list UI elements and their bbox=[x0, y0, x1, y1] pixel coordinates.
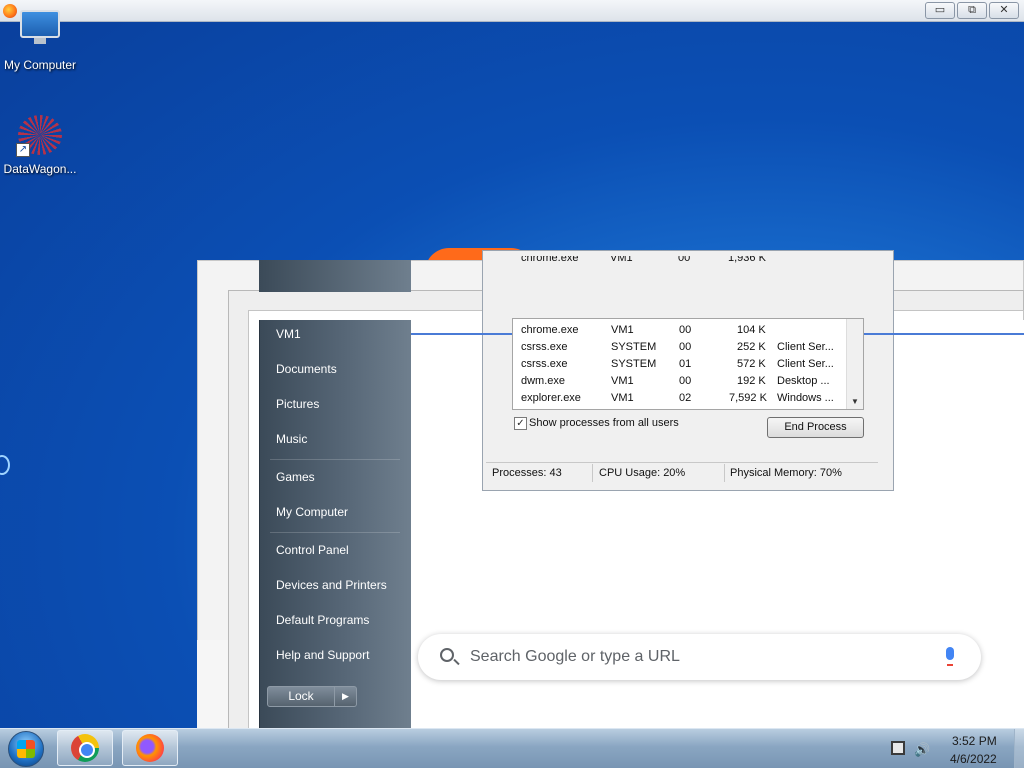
minimize-button[interactable]: ▭ bbox=[925, 2, 955, 19]
chrome-side-strip bbox=[197, 640, 228, 730]
process-name: csrss.exe bbox=[521, 341, 568, 353]
process-user: VM1 bbox=[610, 256, 633, 264]
process-mem: 192 K bbox=[737, 375, 766, 387]
firefox-icon[interactable] bbox=[3, 4, 17, 18]
process-user: VM1 bbox=[611, 324, 634, 336]
browser-title-bar: ▭ ⧉ ✕ bbox=[0, 0, 1024, 22]
scroll-down-icon[interactable]: ▼ bbox=[851, 397, 859, 406]
process-mem: 1,936 K bbox=[728, 256, 766, 264]
end-process-button[interactable]: End Process bbox=[767, 417, 864, 438]
process-cpu: 00 bbox=[679, 375, 692, 387]
process-desc: Windows ... bbox=[777, 392, 834, 404]
start-item-default-programs[interactable]: Default Programs bbox=[276, 613, 369, 627]
shortcut-arrow-icon: ↗ bbox=[16, 143, 30, 157]
process-cpu: 01 bbox=[679, 358, 692, 370]
process-name: chrome.exe bbox=[521, 256, 579, 264]
status-processes: Processes: 43 bbox=[492, 467, 562, 479]
search-placeholder[interactable]: Search Google or type a URL bbox=[470, 648, 680, 666]
show-all-users-label[interactable]: Show processes from all users bbox=[529, 417, 679, 429]
monitor-stand bbox=[34, 38, 46, 44]
start-menu-separator bbox=[270, 459, 400, 460]
monitor-shape bbox=[20, 10, 60, 38]
start-item-control-panel[interactable]: Control Panel bbox=[276, 543, 349, 557]
clock-time[interactable]: 3:52 PM bbox=[952, 734, 997, 748]
process-name: explorer.exe bbox=[521, 392, 581, 404]
task-manager-status-bar: Processes: 43 CPU Usage: 20% Physical Me… bbox=[486, 462, 878, 483]
process-row[interactable]: chrome.exe VM1 00 104 K bbox=[513, 321, 847, 338]
start-item-games[interactable]: Games bbox=[276, 470, 315, 484]
process-mem: 252 K bbox=[737, 341, 766, 353]
process-list-scrollbar[interactable]: ▼ bbox=[846, 319, 863, 409]
process-row[interactable]: csrss.exe SYSTEM 00 252 K Client Ser... bbox=[513, 338, 847, 355]
process-mem: 7,592 K bbox=[729, 392, 767, 404]
windows-logo-icon bbox=[17, 740, 35, 758]
process-user: VM1 bbox=[611, 375, 634, 387]
process-desc: Desktop ... bbox=[777, 375, 830, 387]
process-row[interactable]: explorer.exe VM1 02 7,592 K Windows ... bbox=[513, 389, 847, 406]
process-desc: Client Ser... bbox=[777, 358, 834, 370]
start-menu-top-edge bbox=[259, 260, 411, 292]
desktop-edge-glyph-icon bbox=[0, 455, 10, 475]
close-button[interactable]: ✕ bbox=[989, 2, 1019, 19]
process-mem: 572 K bbox=[737, 358, 766, 370]
process-user: SYSTEM bbox=[611, 358, 657, 370]
computer-icon[interactable] bbox=[20, 4, 60, 48]
show-all-users-checkbox[interactable]: ✓ bbox=[514, 417, 527, 430]
chrome-icon bbox=[71, 734, 99, 762]
show-desktop-button[interactable] bbox=[1014, 729, 1024, 768]
status-separator bbox=[724, 464, 725, 482]
process-row-partial[interactable]: chrome.exe VM1 00 1,936 K bbox=[512, 256, 864, 268]
process-list[interactable]: chrome.exe VM1 00 104 K csrss.exe SYSTEM… bbox=[512, 318, 864, 410]
lock-button[interactable]: Lock bbox=[267, 686, 335, 707]
start-item-devices-printers[interactable]: Devices and Printers bbox=[276, 578, 387, 592]
start-item-music[interactable]: Music bbox=[276, 432, 307, 446]
restore-button[interactable]: ⧉ bbox=[957, 2, 987, 19]
process-name: dwm.exe bbox=[521, 375, 566, 387]
process-cpu: 02 bbox=[679, 392, 692, 404]
process-user: SYSTEM bbox=[611, 341, 657, 353]
process-cpu: 00 bbox=[679, 341, 692, 353]
start-menu-separator bbox=[270, 532, 400, 533]
start-item-my-computer[interactable]: My Computer bbox=[276, 505, 348, 519]
start-item-documents[interactable]: Documents bbox=[276, 362, 337, 376]
status-cpu: CPU Usage: 20% bbox=[599, 467, 686, 479]
desktop-icon-label-datawagon[interactable]: DataWagon... bbox=[0, 162, 80, 176]
desktop-icon-label-my-computer[interactable]: My Computer bbox=[0, 58, 80, 72]
process-row[interactable]: dwm.exe VM1 00 192 K Desktop ... bbox=[513, 372, 847, 389]
start-item-help-support[interactable]: Help and Support bbox=[276, 648, 369, 662]
shutdown-options-arrow-icon[interactable]: ▶ bbox=[335, 686, 357, 707]
process-cpu: 00 bbox=[679, 324, 692, 336]
volume-icon[interactable]: 🔊 bbox=[914, 742, 930, 758]
search-icon bbox=[440, 648, 454, 662]
network-icon[interactable] bbox=[891, 741, 905, 755]
process-mem: 104 K bbox=[737, 324, 766, 336]
process-name: chrome.exe bbox=[521, 324, 579, 336]
status-separator bbox=[592, 464, 593, 482]
process-cpu: 00 bbox=[678, 256, 691, 264]
status-memory: Physical Memory: 70% bbox=[730, 467, 842, 479]
start-item-user[interactable]: VM1 bbox=[276, 327, 301, 341]
firefox-icon bbox=[136, 734, 164, 762]
start-item-pictures[interactable]: Pictures bbox=[276, 397, 319, 411]
google-search-box[interactable]: Search Google or type a URL bbox=[418, 634, 981, 680]
start-menu-right-pane bbox=[259, 320, 411, 728]
microphone-base bbox=[947, 661, 953, 666]
microphone-icon[interactable] bbox=[946, 647, 954, 660]
process-name: csrss.exe bbox=[521, 358, 568, 370]
process-row[interactable]: csrss.exe SYSTEM 01 572 K Client Ser... bbox=[513, 355, 847, 372]
process-desc: Client Ser... bbox=[777, 341, 834, 353]
process-user: VM1 bbox=[611, 392, 634, 404]
clock-date[interactable]: 4/6/2022 bbox=[950, 752, 997, 766]
